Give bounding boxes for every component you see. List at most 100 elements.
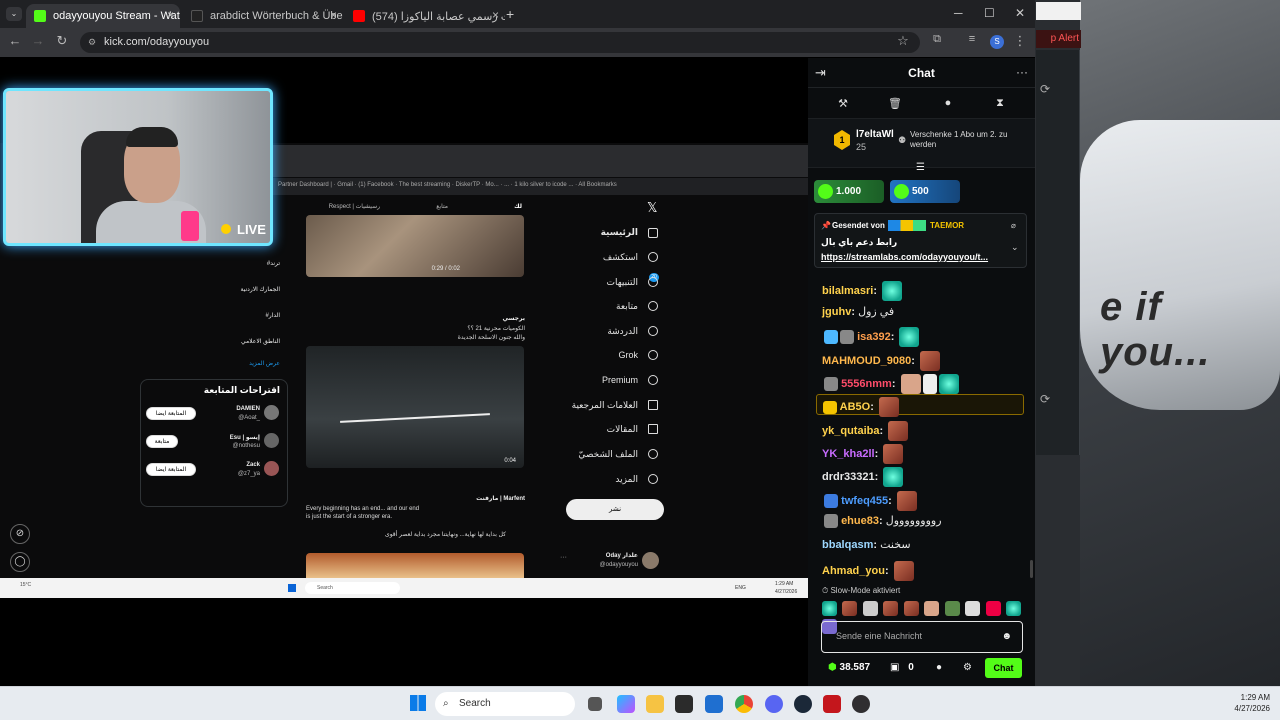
search-icon — [648, 252, 658, 262]
feed-tab-following: متابع — [436, 204, 448, 210]
quick-emote[interactable] — [924, 601, 940, 617]
chat-settings-kebab-icon[interactable]: ··· — [1016, 65, 1028, 79]
maximize-icon[interactable]: ☐ — [984, 6, 995, 20]
tab-search-button[interactable]: ⌄ — [6, 7, 22, 21]
chat-username[interactable]: 5556nmm — [841, 378, 892, 390]
obs-icon[interactable] — [852, 695, 870, 713]
task-view-icon[interactable] — [588, 697, 602, 711]
x-nav-profile: الملف الشخصيّ — [578, 449, 638, 459]
chat-bubble-icon[interactable]: ● — [940, 97, 956, 109]
bookmark-star-icon[interactable]: ☆ — [894, 33, 912, 49]
chat-scrollbar[interactable] — [1030, 560, 1033, 578]
channel-points[interactable]: ⬢ 38.587 — [828, 662, 870, 673]
close-window-icon[interactable]: ✕ — [1015, 6, 1025, 20]
chrome-icon[interactable] — [735, 695, 753, 713]
profile-avatar[interactable]: S — [990, 35, 1004, 49]
media-icon[interactable]: ≡ — [963, 33, 981, 45]
chat-username[interactable]: AB5O — [840, 401, 871, 413]
steam-icon[interactable] — [794, 695, 812, 713]
address-bar[interactable]: ⚙ kick.com/odayyouyou — [80, 32, 920, 53]
chat-username[interactable]: yk_qutaiba — [822, 425, 879, 437]
chat-username[interactable]: twfeq455 — [841, 495, 888, 507]
chat-settings-icon[interactable]: ⚙ — [963, 662, 972, 673]
taskbar-search[interactable]: ⌕ Search — [435, 692, 575, 716]
chat-username[interactable]: bilalmasri — [822, 285, 873, 297]
profile-icon — [648, 449, 658, 459]
chat-input[interactable]: Sende eine Nachricht ☻ — [821, 621, 1023, 653]
quick-emote[interactable] — [883, 601, 899, 617]
x-nav-notifications: التنبيهات — [606, 277, 638, 287]
windows-taskbar — [0, 686, 1280, 720]
badge-icon — [824, 377, 838, 391]
copilot-icon[interactable] — [617, 695, 635, 713]
pinned-link[interactable]: https://streamlabs.com/odayyouyou/t... — [821, 252, 1006, 262]
emote-menu-icon[interactable]: ● — [936, 662, 942, 673]
follow-name: DAMIEN — [236, 406, 260, 412]
store-icon[interactable] — [675, 695, 693, 713]
close-icon[interactable]: × — [167, 8, 174, 22]
chat-username[interactable]: jguhv — [822, 306, 851, 318]
close-icon[interactable]: × — [330, 8, 337, 22]
reload-icon[interactable]: ↻ — [53, 33, 71, 49]
quick-emote[interactable] — [822, 601, 837, 617]
refresh-icon[interactable]: ⟳ — [1040, 392, 1050, 406]
follow-avatar — [264, 461, 279, 476]
chat-username[interactable]: bbalqasm — [822, 539, 873, 551]
chat-username[interactable]: drdr33321 — [822, 471, 875, 483]
quick-emote[interactable] — [965, 601, 981, 617]
chat-username[interactable]: isa392 — [857, 331, 891, 343]
quick-emote[interactable] — [944, 601, 960, 617]
chat-message: drdr33321: — [822, 467, 904, 487]
quick-emote[interactable] — [903, 601, 919, 617]
quick-emote[interactable] — [862, 601, 878, 617]
file-explorer-icon[interactable] — [646, 695, 664, 713]
follow-handle: @nothesu — [232, 443, 260, 449]
x-nav-grok: Grok — [618, 350, 638, 360]
mod-hammer-icon[interactable]: ⚒ — [835, 97, 851, 110]
chat-username[interactable]: Ahmad_you — [822, 565, 885, 577]
close-icon[interactable]: × — [492, 8, 499, 22]
menu-kebab-icon[interactable]: ⋮ — [1011, 33, 1029, 49]
tab-kick[interactable]: odayyouyou Stream - Watch × — [26, 4, 180, 28]
x-nav-bookmarks: العلامات المرجعية — [571, 400, 638, 410]
acrobat-icon[interactable] — [823, 695, 841, 713]
taskbar-clock[interactable]: 1:29 AM 4/27/2026 — [1225, 692, 1270, 714]
discord-icon[interactable] — [765, 695, 783, 713]
tab-youtube[interactable]: (574) فايت رسمي عصابة الياكوزا × — [345, 4, 505, 28]
home-icon — [648, 228, 658, 238]
remote-icon[interactable] — [705, 695, 723, 713]
badge-icon — [840, 330, 854, 344]
quick-emote[interactable] — [985, 601, 1001, 617]
tweet-image — [306, 553, 524, 578]
expand-leaderboard-icon[interactable]: ☰ — [916, 162, 925, 173]
site-info-icon[interactable]: ⚙ — [88, 32, 96, 53]
expand-pinned-icon[interactable]: ⌄ — [1011, 242, 1019, 253]
unpin-icon[interactable]: ⌀ — [1011, 221, 1016, 230]
refresh-icon[interactable]: ⟳ — [1040, 82, 1050, 96]
trash-icon[interactable]: 🗑 — [887, 97, 903, 110]
quick-emote[interactable] — [842, 601, 858, 617]
alert-button[interactable]: p Alert — [1036, 30, 1081, 48]
gift-subs-button[interactable]: ▣ 0 — [890, 662, 914, 673]
windows-start-icon[interactable] — [410, 695, 426, 711]
pinned-sent-by: Gesendet von — [832, 221, 885, 230]
emoji-picker-icon[interactable]: ☻ — [1001, 622, 1012, 651]
quick-emote-row — [822, 600, 1027, 635]
chat-username[interactable]: MAHMOUD_9080 — [822, 355, 911, 367]
quick-emote[interactable] — [1006, 601, 1022, 617]
chat-input-placeholder: Sende eine Nachricht — [836, 631, 923, 641]
new-tab-button[interactable]: + — [506, 6, 514, 22]
hourglass-icon[interactable]: ⧗ — [992, 97, 1008, 110]
live-badge: LIVE — [225, 222, 266, 237]
extensions-icon[interactable]: ⧉ — [928, 33, 946, 46]
tab-arabdict[interactable]: arabdict Wörterbuch & Überset × — [183, 4, 343, 28]
chat-username[interactable]: YK_kha2ll — [822, 448, 875, 460]
follow-handle: @Aoat_ — [238, 415, 260, 421]
feed-tab-foryou: لك — [514, 204, 522, 210]
send-chat-button[interactable]: Chat — [985, 658, 1022, 678]
back-icon[interactable]: ← — [6, 33, 24, 48]
x-nav-more: المزيد — [615, 474, 638, 484]
chat-username[interactable]: ehue83 — [841, 515, 879, 527]
forward-icon[interactable]: → — [29, 33, 47, 48]
minimize-icon[interactable]: ─ — [954, 6, 963, 20]
